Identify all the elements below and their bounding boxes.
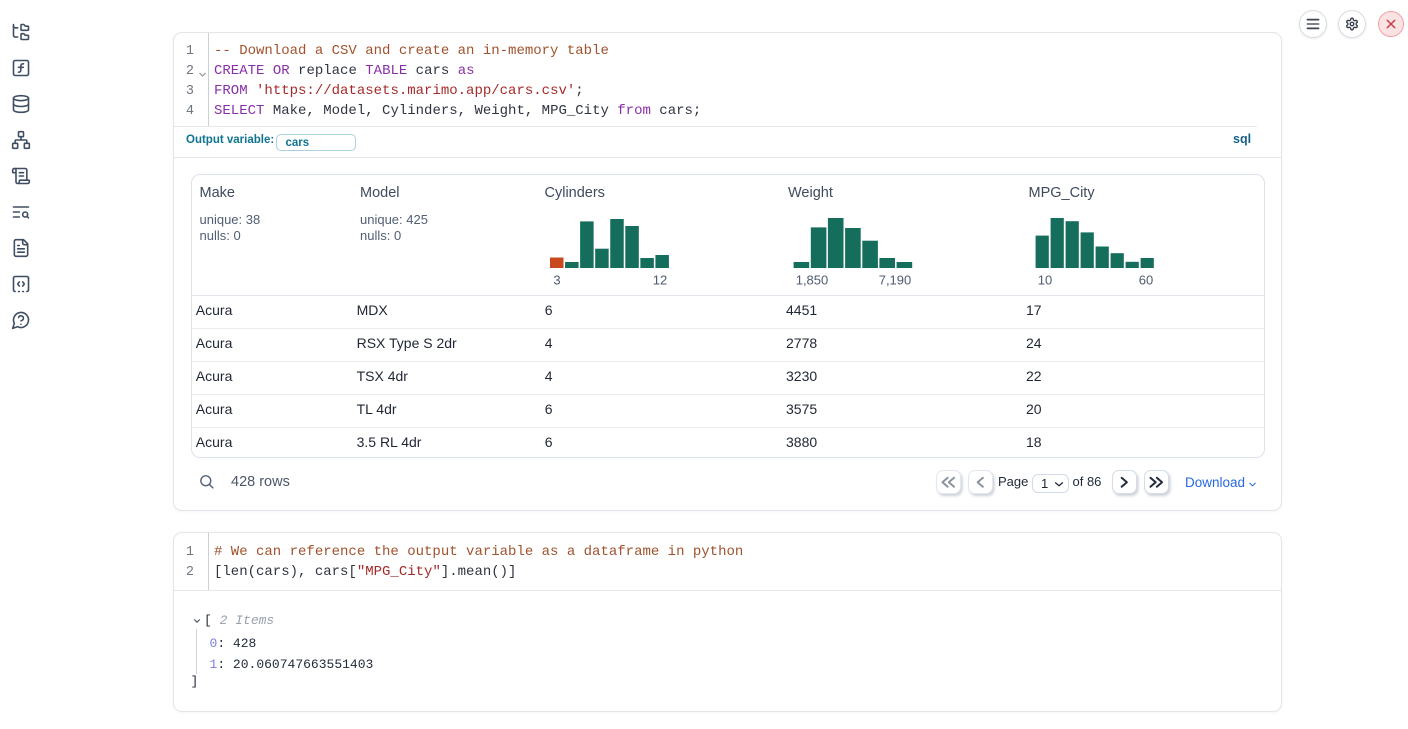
svg-text:10: 10 [1038,272,1052,287]
svg-text:3: 3 [553,272,560,287]
svg-text:7,190: 7,190 [879,272,912,287]
svg-text:12: 12 [652,272,666,287]
svg-text:60: 60 [1139,272,1153,287]
svg-text:1,850: 1,850 [796,272,829,287]
